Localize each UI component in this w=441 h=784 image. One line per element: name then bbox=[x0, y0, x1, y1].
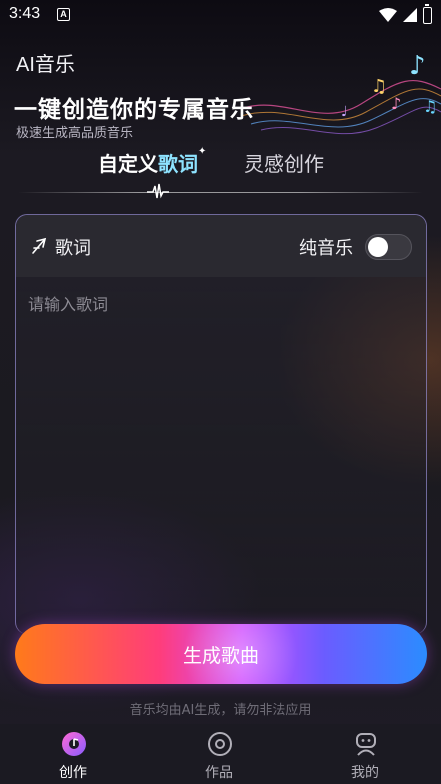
app-title: AI音乐 bbox=[16, 54, 75, 76]
headline: 一键创造你的专属音乐 bbox=[14, 97, 254, 123]
nav-works-label: 作品 bbox=[205, 765, 233, 781]
subheadline: 极速生成高品质音乐 bbox=[16, 126, 134, 141]
lyrics-label: 歌词 bbox=[55, 238, 91, 259]
nav-create-label: 创作 bbox=[59, 765, 87, 781]
status-time: 3:43 bbox=[9, 5, 41, 22]
tab-custom-lyrics-highlight: 歌词 bbox=[158, 152, 198, 176]
battery-icon bbox=[423, 3, 432, 24]
pure-music-label: 纯音乐 bbox=[299, 238, 353, 259]
nav-mine-label: 我的 bbox=[351, 765, 379, 781]
quill-icon bbox=[32, 237, 47, 254]
generate-song-button[interactable]: 生成歌曲 bbox=[15, 624, 427, 684]
nav-mine[interactable]: 我的 bbox=[310, 724, 420, 784]
robot-profile-icon bbox=[356, 733, 376, 756]
lyrics-input[interactable] bbox=[28, 291, 413, 591]
status-bar: 3:43 A bbox=[0, 0, 441, 32]
pure-music-toggle[interactable] bbox=[365, 234, 412, 260]
svg-text:♪: ♪ bbox=[391, 94, 401, 113]
music-disc-icon bbox=[62, 732, 86, 756]
toggle-knob bbox=[368, 237, 388, 257]
nav-works[interactable]: 作品 bbox=[164, 724, 274, 784]
lyrics-panel-header: 歌词 纯音乐 bbox=[16, 215, 426, 277]
status-icons bbox=[379, 3, 432, 24]
sparkle-icon: ✦ bbox=[198, 146, 207, 157]
svg-text:♩: ♩ bbox=[341, 104, 348, 120]
mode-tabs: 自定义歌词 ✦ 灵感创作 bbox=[0, 146, 441, 200]
bottom-nav: 创作 作品 我的 bbox=[0, 724, 441, 784]
music-notes-art-icon: ♪ ♫ ♪ ♩ ♫ bbox=[241, 51, 441, 135]
disclaimer: 音乐均由AI生成，请勿非法应用 bbox=[129, 703, 312, 718]
svg-text:♪: ♪ bbox=[409, 51, 426, 81]
signal-icon bbox=[403, 8, 417, 22]
nav-create[interactable]: 创作 bbox=[18, 724, 128, 784]
tab-divider bbox=[18, 192, 423, 193]
tab-custom-lyrics[interactable]: 自定义歌词 bbox=[98, 148, 198, 177]
lyrics-panel: 歌词 纯音乐 bbox=[15, 214, 427, 634]
wifi-icon bbox=[379, 8, 397, 22]
waveform-icon bbox=[147, 183, 169, 199]
svg-text:♫: ♫ bbox=[371, 76, 387, 97]
svg-text:♫: ♫ bbox=[423, 97, 437, 116]
screen: 3:43 A AI音乐 ♪ ♫ ♪ ♩ ♫ 一键创造你的专属音乐 极速生成高品质… bbox=[0, 0, 441, 784]
record-icon bbox=[208, 732, 232, 756]
tab-custom-lyrics-prefix: 自定义 bbox=[98, 152, 158, 176]
generate-song-label: 生成歌曲 bbox=[182, 645, 259, 667]
notification-badge-icon: A bbox=[57, 8, 70, 21]
tab-inspiration[interactable]: 灵感创作 bbox=[244, 148, 324, 177]
